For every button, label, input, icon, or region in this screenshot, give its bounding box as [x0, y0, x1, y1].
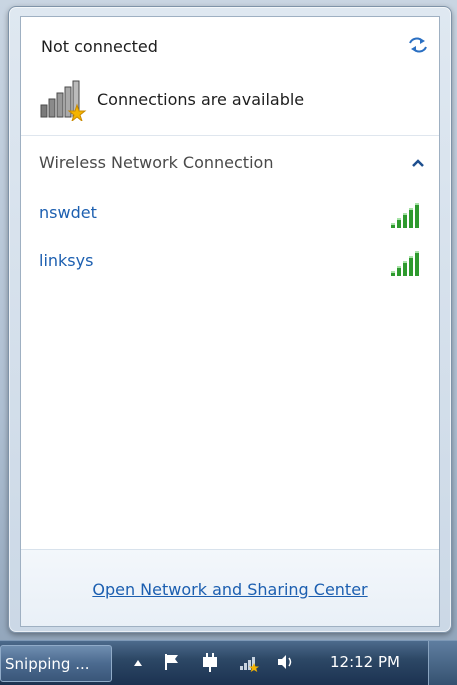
- refresh-icon[interactable]: [407, 35, 429, 55]
- network-name: linksys: [39, 251, 94, 270]
- signal-strength-icon: [391, 203, 419, 228]
- system-clock[interactable]: 12:12 PM: [330, 653, 400, 671]
- taskbar: Snipping ... 12:12 PM: [0, 640, 457, 685]
- power-plug-icon[interactable]: [200, 651, 220, 673]
- network-item-nswdet[interactable]: nswdet: [21, 193, 439, 237]
- network-flyout: Not connected Connections are available …: [20, 16, 440, 627]
- network-icon[interactable]: [238, 651, 262, 673]
- action-center-flag-icon[interactable]: [162, 652, 182, 672]
- wireless-section-header[interactable]: Wireless Network Connection: [21, 149, 439, 179]
- network-name: nswdet: [39, 203, 97, 222]
- availability-row: Connections are available: [37, 77, 304, 121]
- task-button-label: Snipping ...: [5, 655, 90, 673]
- section-title: Wireless Network Connection: [39, 153, 274, 172]
- signal-bars-with-star-icon: [40, 80, 87, 121]
- volume-icon[interactable]: [276, 653, 296, 671]
- show-desktop-button[interactable]: [428, 641, 457, 685]
- availability-text: Connections are available: [97, 89, 305, 109]
- chevron-up-icon[interactable]: [411, 157, 425, 169]
- network-item-linksys[interactable]: linksys: [21, 241, 439, 285]
- show-hidden-icons-arrow-icon[interactable]: [132, 657, 144, 669]
- snipping-tool-task-button[interactable]: Snipping ...: [0, 645, 112, 682]
- signal-strength-icon: [391, 251, 419, 276]
- flyout-header: Not connected Connections are available: [21, 17, 439, 136]
- connection-status-title: Not connected: [41, 37, 158, 56]
- flyout-footer: Open Network and Sharing Center: [21, 549, 439, 626]
- open-network-sharing-center-link[interactable]: Open Network and Sharing Center: [21, 580, 439, 599]
